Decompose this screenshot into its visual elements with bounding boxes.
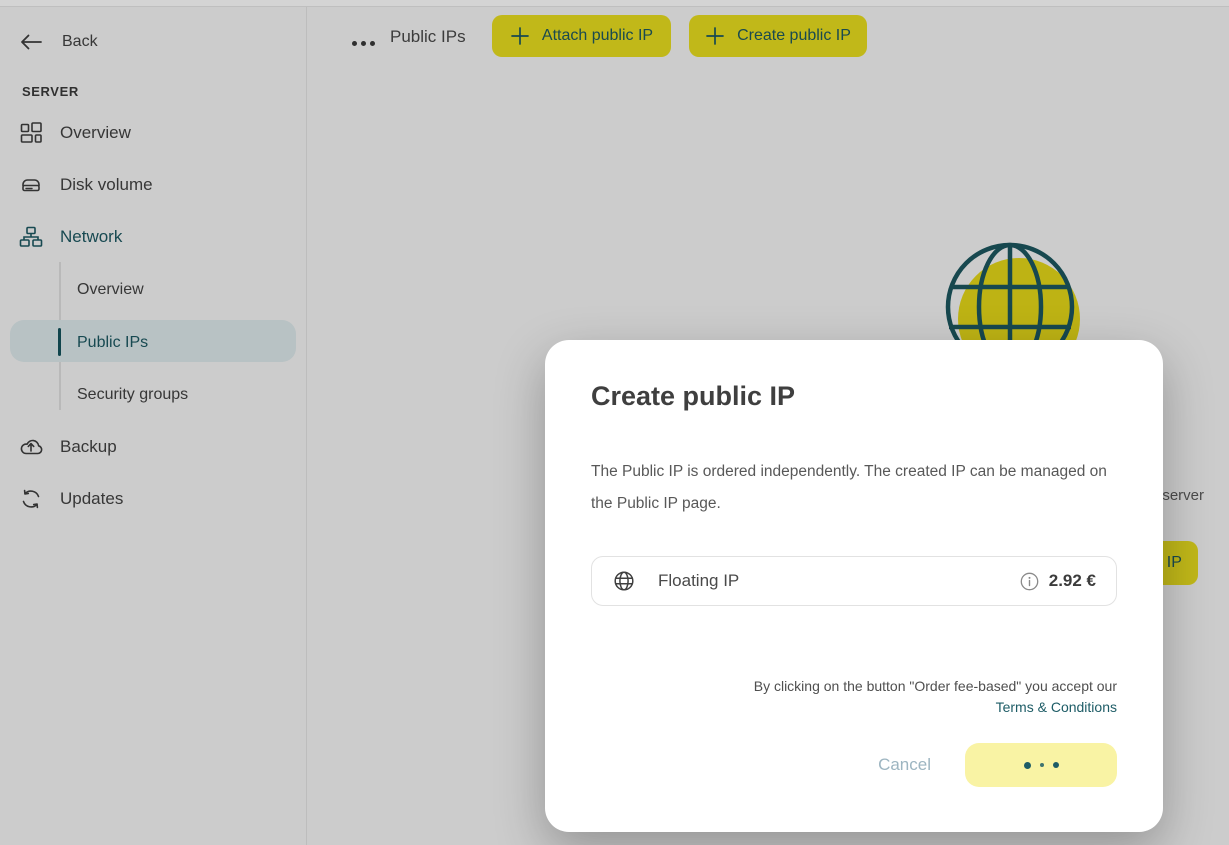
cancel-button[interactable]: Cancel [872, 754, 937, 776]
globe-icon [612, 569, 636, 593]
terms-text: By clicking on the button "Order fee-bas… [754, 678, 1117, 694]
price-group: 2.92 € [1020, 571, 1096, 591]
info-circle-icon[interactable] [1020, 572, 1039, 591]
top-bar-edge [0, 0, 1229, 7]
create-public-ip-modal: Create public IP The Public IP is ordere… [545, 340, 1163, 832]
order-fee-based-button-loading[interactable] [965, 743, 1117, 787]
ellipsis-loading-icon [1024, 762, 1059, 769]
ip-type-label: Floating IP [658, 571, 1020, 591]
modal-description: The Public IP is ordered independently. … [591, 456, 1123, 520]
ip-type-select[interactable]: Floating IP 2.92 € [591, 556, 1117, 606]
price-value: 2.92 € [1049, 571, 1096, 591]
terms-notice: By clicking on the button "Order fee-bas… [591, 676, 1117, 718]
terms-and-conditions-link[interactable]: Terms & Conditions [591, 697, 1117, 718]
app-window: Back SERVER Overview [0, 0, 1229, 845]
modal-title: Create public IP [591, 380, 1117, 412]
modal-actions: Cancel [591, 743, 1117, 787]
